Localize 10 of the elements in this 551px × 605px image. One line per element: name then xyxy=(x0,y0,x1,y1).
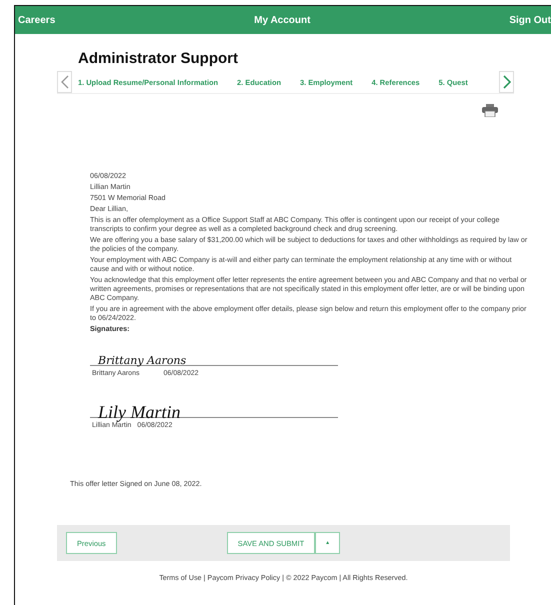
my-account-link[interactable]: My Account xyxy=(254,14,310,26)
previous-step-button[interactable] xyxy=(57,71,72,93)
signature: Brittany Aarons xyxy=(90,343,338,366)
next-step-button[interactable] xyxy=(499,71,514,93)
sign-out-link[interactable]: Sign Out xyxy=(509,14,551,26)
chevron-left-icon xyxy=(60,75,68,89)
careers-link[interactable]: Careers xyxy=(18,14,56,26)
printer-icon[interactable] xyxy=(482,104,498,117)
chevron-right-icon xyxy=(502,75,510,89)
page-title: Administrator Support xyxy=(78,50,239,67)
